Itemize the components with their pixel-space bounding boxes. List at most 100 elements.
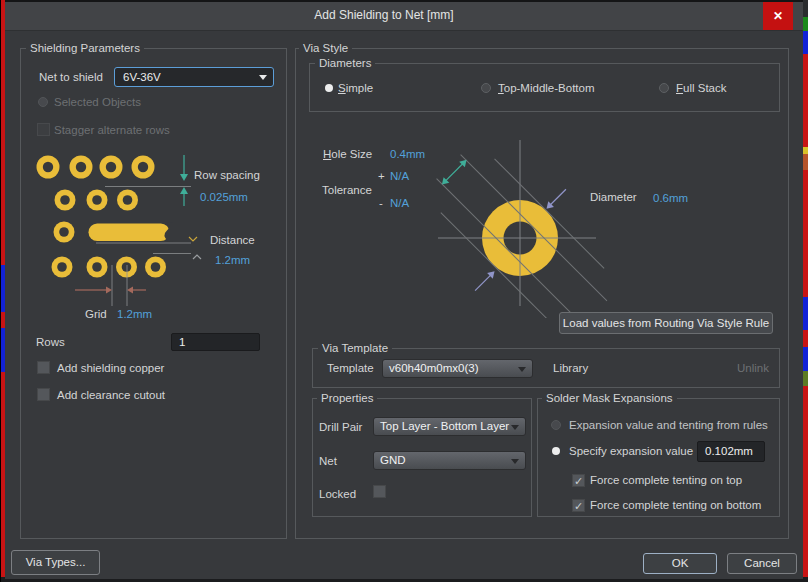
tenting-bottom-label: Force complete tenting on bottom xyxy=(590,498,761,512)
unlink-link[interactable]: Unlink xyxy=(737,361,769,375)
chevron-down-icon xyxy=(511,425,519,430)
library-label: Library xyxy=(553,361,588,375)
tenting-bottom-checkbox[interactable]: ✓ xyxy=(572,499,585,512)
group-via-template-label: Via Template xyxy=(318,341,392,355)
ok-button[interactable]: OK xyxy=(643,553,717,574)
radio-simple[interactable] xyxy=(324,83,334,93)
tenting-top-label: Force complete tenting on top xyxy=(590,473,742,487)
net-to-shield-label: Net to shield xyxy=(39,70,103,84)
hole-size-value: 0.4mm xyxy=(390,147,425,161)
net-combo[interactable]: GND xyxy=(373,451,526,470)
drill-pair-label: Drill Pair xyxy=(319,420,362,434)
right-edge-blue-2 xyxy=(803,297,808,330)
distance-value: 1.2mm xyxy=(215,253,250,267)
stagger-label: Stagger alternate rows xyxy=(54,123,170,137)
diameter-value: 0.6mm xyxy=(653,191,688,205)
screen: Add Shielding to Net [mm] ✕ Shielding Pa… xyxy=(0,0,808,582)
group-properties: Properties Drill Pair Top Layer - Bottom… xyxy=(312,398,532,517)
group-properties-label: Properties xyxy=(317,391,377,405)
right-edge-green xyxy=(803,17,808,31)
template-combo[interactable]: v60h40m0mx0(3) xyxy=(382,359,533,378)
radio-simple-label: Simple xyxy=(338,81,373,95)
radio-specify-expansion-label: Specify expansion value xyxy=(569,444,693,458)
net-to-shield-combo[interactable]: 6V-36V xyxy=(114,67,274,87)
right-edge-yellow xyxy=(803,147,808,154)
locked-label: Locked xyxy=(319,487,356,501)
ok-button-label: OK xyxy=(672,557,689,569)
group-via-template: Via Template Template v60h40m0mx0(3) Lib… xyxy=(312,348,780,388)
radio-specify-expansion[interactable] xyxy=(551,446,561,456)
add-copper-label: Add shielding copper xyxy=(57,361,164,375)
tolerance-label: Tolerance xyxy=(322,183,372,197)
radio-full-stack-label: Full Stack xyxy=(676,81,727,95)
selected-objects-radio[interactable] xyxy=(38,97,48,107)
expansion-value: 0.102mm xyxy=(705,445,753,457)
expansion-value-input[interactable]: 0.102mm xyxy=(697,441,765,462)
dialog-add-shielding: Add Shielding to Net [mm] ✕ Shielding Pa… xyxy=(5,0,803,579)
tolerance-plus-value: N/A xyxy=(390,169,409,183)
radio-expansion-from-rules-label: Expansion value and tenting from rules xyxy=(569,418,768,432)
check-icon: ✓ xyxy=(574,475,583,487)
tolerance-plus-sign: + xyxy=(378,169,385,183)
group-via-style: Via Style Diameters Simple Top-Middle-Bo… xyxy=(295,48,789,539)
drill-pair-combo[interactable]: Top Layer - Bottom Layer xyxy=(373,417,526,436)
template-label: Template xyxy=(327,361,374,375)
rows-value: 1 xyxy=(179,336,185,348)
radio-expansion-from-rules[interactable] xyxy=(551,420,561,430)
right-edge-strip xyxy=(803,0,808,582)
chevron-down-icon xyxy=(511,459,519,464)
group-solder-mask: Solder Mask Expansions Expansion value a… xyxy=(537,398,780,517)
radio-full-stack[interactable] xyxy=(659,83,669,93)
right-edge-blue-3 xyxy=(803,347,808,371)
add-cutout-label: Add clearance cutout xyxy=(57,388,165,402)
group-shielding-parameters-label: Shielding Parameters xyxy=(26,41,144,55)
add-cutout-checkbox[interactable] xyxy=(37,388,50,401)
selected-objects-label: Selected Objects xyxy=(54,95,141,109)
right-edge-olive xyxy=(803,371,808,386)
load-values-button[interactable]: Load values from Routing Via Style Rule xyxy=(559,312,773,334)
tolerance-minus-value: N/A xyxy=(390,196,409,210)
title-bar: Add Shielding to Net [mm] ✕ xyxy=(5,2,803,31)
grid-value: 1.2mm xyxy=(117,307,152,321)
group-shielding-parameters: Shielding Parameters Net to shield 6V-36… xyxy=(20,48,287,539)
cancel-button-label: Cancel xyxy=(744,557,780,569)
rows-label: Rows xyxy=(36,335,65,349)
net-label: Net xyxy=(319,454,337,468)
right-edge-dark-bottom xyxy=(803,577,808,582)
tolerance-minus-sign: - xyxy=(379,196,383,210)
right-edge-blue-1 xyxy=(803,31,808,54)
tenting-top-checkbox[interactable]: ✓ xyxy=(572,474,585,487)
chevron-down-icon xyxy=(259,75,267,80)
cancel-button[interactable]: Cancel xyxy=(727,553,797,574)
group-diameters: Diameters Simple Top-Middle-Bottom Full … xyxy=(309,63,780,112)
dialog-title: Add Shielding to Net [mm] xyxy=(5,2,763,30)
load-values-button-label: Load values from Routing Via Style Rule xyxy=(563,317,769,329)
template-value: v60h40m0mx0(3) xyxy=(389,362,478,374)
check-icon: ✓ xyxy=(574,500,583,512)
right-edge-dark-top xyxy=(803,0,808,17)
radio-top-middle-bottom-label: Top-Middle-Bottom xyxy=(498,81,595,95)
right-edge-orange xyxy=(803,154,808,170)
chevron-down-icon xyxy=(518,367,526,372)
via-preview-diagram xyxy=(421,133,631,318)
locked-checkbox[interactable] xyxy=(373,485,386,498)
add-copper-checkbox[interactable] xyxy=(37,361,50,374)
grid-label: Grid xyxy=(85,307,107,321)
radio-top-middle-bottom[interactable] xyxy=(481,83,491,93)
group-solder-mask-label: Solder Mask Expansions xyxy=(542,391,677,405)
group-diameters-label: Diameters xyxy=(315,56,375,70)
close-button[interactable]: ✕ xyxy=(763,2,793,30)
distance-label: Distance xyxy=(210,233,255,247)
via-types-button-label: Via Types... xyxy=(26,556,86,568)
drill-pair-value: Top Layer - Bottom Layer xyxy=(380,420,509,432)
net-to-shield-value: 6V-36V xyxy=(123,71,161,83)
stagger-checkbox[interactable] xyxy=(37,123,50,136)
row-spacing-label: Row spacing xyxy=(194,168,260,182)
net-value: GND xyxy=(380,454,406,466)
hole-size-label: Hole Size xyxy=(323,147,372,161)
via-types-button[interactable]: Via Types... xyxy=(11,550,100,575)
close-icon: ✕ xyxy=(773,9,783,23)
row-spacing-value: 0.025mm xyxy=(200,190,248,204)
rows-input[interactable]: 1 xyxy=(171,333,260,351)
group-via-style-label: Via Style xyxy=(299,41,352,55)
